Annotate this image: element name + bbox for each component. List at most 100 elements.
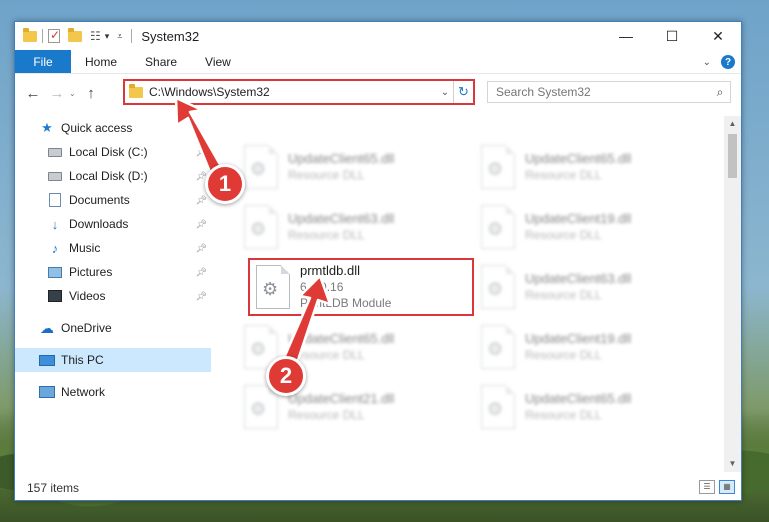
pin-icon[interactable]: 📌︎ [196, 267, 207, 278]
maximize-icon: ☐ [665, 27, 679, 44]
sidebar-item-label: Documents [69, 193, 130, 207]
search-icon[interactable]: ⌕ [710, 85, 730, 100]
sidebar-item-documents[interactable]: Documents 📌︎ [15, 188, 211, 212]
sidebar-item-label: Pictures [69, 265, 113, 279]
file-name: UpdateClient19.dll [525, 331, 632, 346]
refresh-icon[interactable]: ↻ [453, 81, 473, 103]
step-1-badge: 1 [205, 164, 245, 204]
back-arrow-icon[interactable]: ← [21, 85, 45, 102]
file-type: Resource DLL [288, 348, 365, 362]
sidebar-item-local-disk-c[interactable]: Local Disk (C:) 📌︎ [15, 140, 211, 164]
navigation-pane: ★ Quick access Local Disk (C:) 📌︎ Local … [15, 116, 211, 472]
file-name: UpdateClient63.dll [288, 211, 395, 226]
close-icon: ✕ [712, 27, 724, 44]
tab-share[interactable]: Share [131, 50, 191, 73]
dll-file-icon: ⚙ [481, 265, 515, 309]
ribbon-tabs: File Home Share View ⌄ ? [15, 50, 741, 74]
help-icon[interactable]: ? [721, 55, 735, 69]
list-item[interactable]: ⚙ UpdateClient19.dll Resource DLL [475, 318, 701, 376]
sidebar-item-label: Local Disk (C:) [69, 145, 148, 159]
search-box[interactable]: ⌕ [487, 81, 731, 103]
vertical-scrollbar[interactable]: ▲ ▼ [724, 116, 741, 472]
sidebar-item-label: OneDrive [61, 321, 112, 335]
pin-icon[interactable]: 📌︎ [196, 243, 207, 254]
network-icon [39, 385, 55, 399]
tab-file[interactable]: File [15, 50, 71, 73]
list-item[interactable]: ⚙ UpdateClient63.dll Resource DLL [238, 198, 464, 256]
sidebar-item-label: Local Disk (D:) [69, 169, 148, 183]
file-type: Resource DLL [525, 228, 602, 242]
view-switcher: ☰ ▦ [695, 480, 735, 494]
divider [42, 29, 43, 43]
sidebar-item-downloads[interactable]: ↓ Downloads 📌︎ [15, 212, 211, 236]
chevron-down-icon[interactable]: ⌄ [437, 87, 453, 98]
downloads-icon: ↓ [51, 216, 59, 232]
step-2-badge: 2 [266, 356, 306, 396]
item-count: 157 items [27, 481, 80, 495]
scroll-down-icon[interactable]: ▼ [724, 456, 741, 472]
large-icons-view-icon[interactable]: ▦ [719, 480, 735, 494]
pin-icon[interactable]: 📌︎ [196, 147, 207, 158]
file-type: Resource DLL [525, 288, 602, 302]
close-button[interactable]: ✕ [695, 22, 741, 50]
recent-locations-chevron-icon[interactable]: ⌄ [69, 89, 79, 98]
file-name: UpdateClient65.dll [288, 331, 395, 346]
scroll-up-icon[interactable]: ▲ [724, 116, 741, 132]
sidebar-item-label: Videos [69, 289, 106, 303]
status-bar: 157 items ☰ ▦ [15, 476, 741, 500]
pin-icon[interactable]: 📌︎ [196, 219, 207, 230]
file-name: UpdateClient65.dll [525, 151, 632, 166]
chevron-down-icon[interactable]: ▾ [105, 31, 110, 42]
sidebar-item-label: Music [69, 241, 101, 255]
window-controls: — ☐ ✕ [603, 22, 741, 50]
list-item[interactable]: ⚙ UpdateClient65.dll Resource DLL [238, 138, 464, 196]
details-view-icon[interactable]: ☰ [699, 480, 715, 494]
scrollbar-thumb[interactable] [728, 134, 737, 178]
list-item[interactable]: ⚙ UpdateClient63.dll Resource DLL [475, 258, 701, 316]
folder-icon [23, 27, 37, 42]
sidebar-item-quick-access[interactable]: ★ Quick access [15, 116, 211, 140]
sidebar-item-local-disk-d[interactable]: Local Disk (D:) 📌︎ [15, 164, 211, 188]
sidebar-item-videos[interactable]: Videos 📌︎ [15, 284, 211, 308]
sidebar-item-label: This PC [61, 353, 104, 367]
quick-access-dropdown-icon[interactable]: ⩡ [117, 31, 122, 42]
minimize-button[interactable]: — [603, 22, 649, 50]
list-item[interactable]: ⚙ UpdateClient65.dll Resource DLL [475, 378, 701, 436]
sidebar-item-pictures[interactable]: Pictures 📌︎ [15, 260, 211, 284]
tab-view[interactable]: View [191, 50, 245, 73]
file-name: UpdateClient65.dll [288, 151, 395, 166]
list-item[interactable]: ⚙ UpdateClient65.dll Resource DLL [475, 138, 701, 196]
dll-file-icon: ⚙ [481, 325, 515, 369]
properties-check-icon[interactable] [48, 28, 60, 43]
sidebar-item-onedrive[interactable]: ☁ OneDrive [15, 316, 211, 340]
dll-file-icon: ⚙ [481, 145, 515, 189]
dll-file-icon: ⚙ [244, 205, 278, 249]
list-item[interactable]: ⚙ UpdateClient19.dll Resource DLL [475, 198, 701, 256]
file-explorer-window: ☷ ▾ ⩡ System32 — ☐ ✕ File Home Share Vie… [14, 21, 742, 501]
new-folder-icon[interactable] [68, 27, 82, 42]
pin-icon[interactable]: 📌︎ [196, 291, 207, 302]
ribbon-right-controls: ⌄ ? [703, 50, 735, 74]
up-arrow-icon[interactable]: ↑ [79, 85, 103, 102]
expand-ribbon-icon[interactable]: ⌄ [703, 57, 711, 68]
dll-file-icon: ⚙ [481, 205, 515, 249]
computer-icon [39, 353, 55, 367]
address-bar[interactable]: C:\Windows\System32 ⌄ ↻ [123, 79, 475, 105]
sidebar-item-this-pc[interactable]: This PC [15, 348, 211, 372]
sidebar-item-label: Downloads [69, 217, 129, 231]
sidebar-item-network[interactable]: Network [15, 380, 211, 404]
forward-arrow-icon[interactable]: → [45, 85, 69, 102]
tab-home[interactable]: Home [71, 50, 131, 73]
maximize-button[interactable]: ☐ [649, 22, 695, 50]
onedrive-cloud-icon: ☁ [40, 319, 54, 336]
file-list: ⚙ UpdateClient65.dll Resource DLL ⚙ Updat… [225, 116, 725, 472]
dll-file-icon: ⚙ [481, 385, 515, 429]
pin-icon[interactable]: 📌︎ [196, 195, 207, 206]
star-icon: ★ [41, 120, 53, 135]
file-name: UpdateClient21.dll [288, 391, 395, 406]
folder-icon [129, 83, 143, 98]
address-path[interactable]: C:\Windows\System32 [149, 85, 437, 99]
sidebar-item-music[interactable]: ♪ Music 📌︎ [15, 236, 211, 260]
customize-toolbar-icon[interactable]: ☷ [90, 29, 101, 43]
search-input[interactable] [496, 85, 710, 99]
